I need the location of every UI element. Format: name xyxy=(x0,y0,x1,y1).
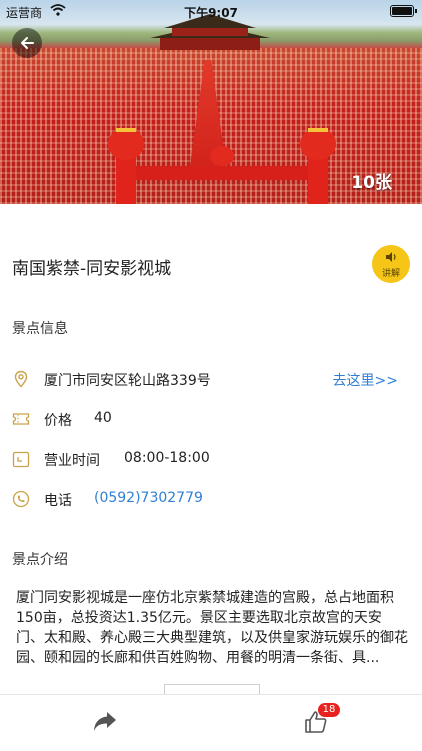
clock-label: 下午9:07 xyxy=(184,6,238,20)
hero-image[interactable]: 运营商 下午9:07 10张 xyxy=(0,0,422,204)
phone-icon xyxy=(12,490,30,508)
attraction-title: 南国紫禁-同安影视城 xyxy=(12,259,172,279)
audio-guide-button[interactable]: 讲解 xyxy=(372,245,410,283)
intro-text: 厦门同安影视城是一座仿北京紫禁城建造的宫殿，总占地面积150亩，总投资达1.35… xyxy=(16,590,408,666)
navigate-here-link[interactable]: 去这里>> xyxy=(333,370,398,390)
status-bar: 运营商 下午9:07 xyxy=(0,0,422,22)
back-arrow-icon xyxy=(21,37,34,49)
hours-label: 营业时间 xyxy=(44,453,100,469)
info-section-heading: 景点信息 xyxy=(12,321,68,337)
lantern-arch-illustration xyxy=(108,128,336,204)
address-row[interactable]: 厦门市同安区轮山路339号 去这里>> xyxy=(12,368,410,390)
battery-icon xyxy=(390,5,417,17)
location-pin-icon xyxy=(14,370,28,388)
audio-guide-label: 讲解 xyxy=(381,269,400,279)
price-row: 价格 40 xyxy=(12,408,410,430)
like-count-badge: 18 xyxy=(318,703,340,717)
price-value: 40 xyxy=(94,410,112,426)
hours-value: 08:00-18:00 xyxy=(124,450,210,466)
phone-number-link[interactable]: (0592)7302779 xyxy=(94,490,203,506)
clock-calendar-icon xyxy=(12,451,30,468)
price-label: 价格 xyxy=(44,413,72,429)
back-button[interactable] xyxy=(12,28,42,58)
phone-row[interactable]: 电话 (0592)7302779 xyxy=(12,488,410,510)
address-text: 厦门市同安区轮山路339号 xyxy=(44,373,211,389)
speaker-icon xyxy=(386,252,396,262)
hours-row: 营业时间 08:00-18:00 xyxy=(12,448,410,470)
ticket-icon xyxy=(12,413,30,425)
phone-label: 电话 xyxy=(44,493,72,509)
photo-count-label[interactable]: 10张 xyxy=(351,168,392,193)
bottom-action-bar: 18 xyxy=(0,694,422,751)
intro-section-heading: 景点介绍 xyxy=(12,552,68,568)
share-icon[interactable] xyxy=(92,709,118,733)
